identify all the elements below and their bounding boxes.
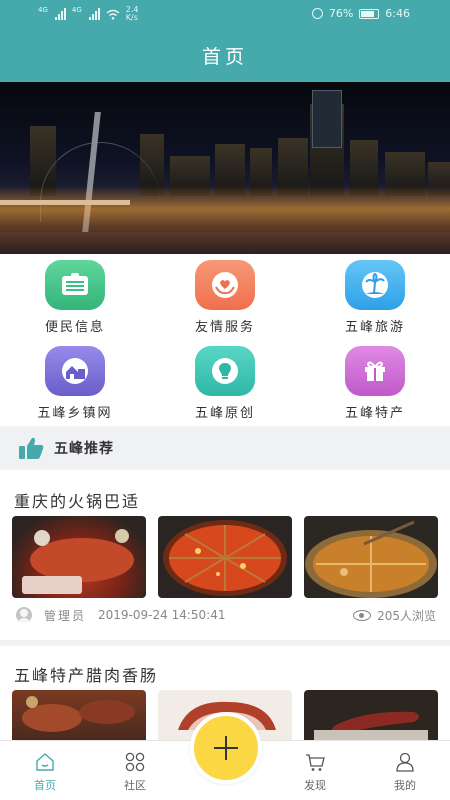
banner-image[interactable]	[0, 82, 450, 254]
status-left: 4G 4G 2.4 K/s	[38, 6, 139, 22]
signal-type-1: 4G	[38, 6, 48, 14]
tab-discover[interactable]: 发现	[285, 747, 345, 795]
service-tourism[interactable]: 五峰旅游	[300, 254, 450, 340]
section-title: 五峰推荐	[54, 441, 114, 457]
battery-icon	[359, 8, 380, 19]
net-speed-unit: K/s	[125, 13, 138, 22]
gift-box-icon	[345, 346, 405, 396]
lightbulb-icon	[195, 346, 255, 396]
tab-label: 我的	[394, 779, 416, 792]
service-label: 五峰旅游	[344, 320, 405, 335]
tab-home[interactable]: 首页	[15, 747, 75, 795]
service-label: 友情服务	[194, 320, 255, 335]
service-label: 五峰特产	[344, 406, 405, 421]
town-house-icon	[45, 346, 105, 396]
divider	[0, 640, 450, 646]
grid-circles-icon	[125, 752, 145, 772]
net-speed: 2.4 K/s	[126, 6, 139, 22]
alarm-icon	[311, 8, 323, 19]
add-post-button[interactable]	[190, 712, 262, 784]
signal-type-2: 4G	[71, 6, 82, 14]
service-original[interactable]: 五峰原创	[150, 340, 300, 426]
article-photo[interactable]	[158, 516, 292, 598]
app-header: 首页	[0, 28, 450, 82]
avatar	[16, 607, 32, 623]
service-grid: 便民信息 友情服务 五峰旅游 五峰乡镇网 五峰原创 五峰特产	[0, 254, 450, 426]
thumbs-up-icon	[16, 433, 46, 463]
article-title[interactable]: 重庆的火锅巴适	[14, 488, 140, 512]
notice-board-icon	[45, 260, 105, 310]
service-specialty[interactable]: 五峰特产	[300, 340, 450, 426]
cart-icon	[306, 754, 325, 771]
article-photo[interactable]	[12, 516, 146, 598]
heart-hands-icon	[195, 260, 255, 310]
tab-label: 首页	[34, 779, 56, 792]
article-date: 2019-09-24 14:50:41	[98, 608, 226, 622]
article-title[interactable]: 五峰特产腊肉香肠	[14, 662, 158, 686]
status-bar: 4G 4G 2.4 K/s 76% 6:46	[0, 0, 450, 28]
service-label: 五峰原创	[194, 406, 255, 421]
battery-percent: 76%	[328, 7, 354, 20]
tab-label: 社区	[124, 779, 146, 792]
signal-strength-icon	[88, 8, 100, 20]
article-photo[interactable]	[12, 690, 146, 740]
article-author: 管理员	[44, 608, 87, 623]
user-icon	[396, 752, 414, 772]
article-photo[interactable]	[304, 516, 438, 598]
article-meta: 管理员 2019-09-24 14:50:41 205人浏览	[16, 604, 436, 626]
page-title: 首页	[201, 45, 248, 68]
tab-community[interactable]: 社区	[105, 747, 165, 795]
clock: 6:46	[385, 7, 410, 20]
service-convenience[interactable]: 便民信息	[0, 254, 150, 340]
views-count: 205人浏览	[377, 608, 436, 623]
tab-mine[interactable]: 我的	[375, 747, 435, 795]
plus-icon	[214, 736, 238, 760]
signal-strength-icon	[54, 8, 66, 20]
service-label: 便民信息	[44, 320, 105, 335]
article-photo[interactable]	[304, 690, 438, 740]
status-right: 76% 6:46	[311, 7, 410, 20]
wifi-icon	[106, 9, 120, 20]
eye-icon	[353, 609, 372, 621]
service-friendly[interactable]: 友情服务	[150, 254, 300, 340]
service-towns[interactable]: 五峰乡镇网	[0, 340, 150, 426]
home-icon	[36, 753, 54, 771]
palm-island-icon	[345, 260, 405, 310]
recommend-section-header: 五峰推荐	[0, 426, 450, 470]
service-label: 五峰乡镇网	[37, 406, 113, 421]
article-views: 205人浏览	[353, 607, 436, 624]
tab-label: 发现	[304, 779, 326, 792]
